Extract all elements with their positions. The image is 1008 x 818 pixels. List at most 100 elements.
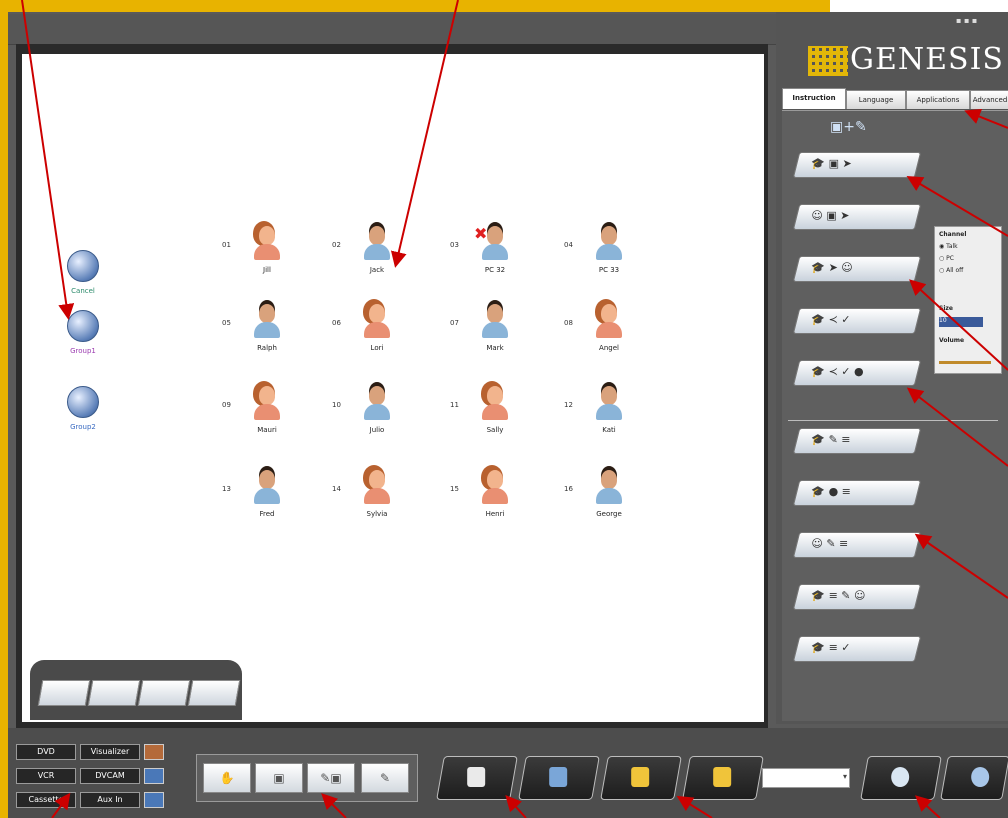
chat-button[interactable] xyxy=(860,756,942,800)
seating-plan: Cancel Group1 Group2 01 Jill 02 Jack 03 ✖ PC 32 0… xyxy=(22,54,764,722)
student-seat[interactable]: 12 Kati xyxy=(564,384,654,454)
teacher-broadcast-button[interactable]: 🎓 ▣ ➤ xyxy=(792,152,922,178)
student-seat[interactable]: 03 ✖ PC 32 xyxy=(450,224,540,294)
chat-icon xyxy=(891,767,910,787)
channel-option-all-off[interactable]: ○ All off xyxy=(939,267,963,274)
channel-options-box: Channel ◉ Talk ○ PC ○ All off Size 10 Vo… xyxy=(934,226,1002,374)
group-label: Cancel xyxy=(71,287,95,295)
source-dvcam-button[interactable]: DVCAM xyxy=(80,768,140,784)
window-controls[interactable]: ▪ ▪ ▪ xyxy=(956,16,977,25)
student-seat[interactable]: 08 Angel xyxy=(564,302,654,372)
chevron-down-icon: ▾ xyxy=(842,772,847,781)
teacher-listen-button[interactable]: 🎓 ≡ ✓ xyxy=(792,636,922,662)
student-name: Angel xyxy=(599,344,619,352)
mic-pc-tool[interactable]: ✎▣ xyxy=(307,763,355,793)
student-avatar-icon xyxy=(254,224,280,260)
size-label: Size xyxy=(939,305,953,312)
quick-activity-button-1[interactable] xyxy=(37,680,91,706)
student-seat[interactable]: 01 Jill xyxy=(222,224,312,294)
seat-number: 06 xyxy=(332,319,341,327)
source-cassette-button[interactable]: Cassette xyxy=(16,792,76,808)
student-mic-icon: ☺ ✎ ≡ xyxy=(811,537,849,550)
student-broadcast-button[interactable]: ☺ ▣ ➤ xyxy=(792,204,922,230)
student-name: Kati xyxy=(602,426,616,434)
teacher-scan-button[interactable]: 🎓 ≺ ✓ ● xyxy=(792,360,922,386)
student-name: Ralph xyxy=(257,344,277,352)
channel-option-pc[interactable]: ○ PC xyxy=(939,255,954,262)
student-seat[interactable]: 04 PC 33 xyxy=(564,224,654,294)
tab-instruction[interactable]: Instruction xyxy=(782,88,846,109)
seat-number: 15 xyxy=(450,485,459,493)
handshake-tool[interactable]: ✋ xyxy=(203,763,251,793)
source-aux-in-button[interactable]: Aux In xyxy=(80,792,140,808)
power-button[interactable] xyxy=(940,756,1008,800)
student-avatar-icon xyxy=(596,468,622,504)
student-name: PC 33 xyxy=(598,266,620,274)
student-avatar-icon xyxy=(254,468,280,504)
student-name: Fred xyxy=(259,510,275,518)
command-select[interactable]: ▾ xyxy=(762,768,850,788)
tab-advanced[interactable]: Advanced xyxy=(970,90,1008,109)
teacher-record-button[interactable]: 🎓 ● ≡ xyxy=(792,480,922,506)
group-label: Group1 xyxy=(70,347,96,355)
student-avatar-icon xyxy=(364,224,390,260)
screen-icon xyxy=(549,767,568,787)
student-seat[interactable]: 14 Sylvia xyxy=(332,468,422,538)
lock-button[interactable] xyxy=(436,756,518,800)
student-seat[interactable]: 05 Ralph xyxy=(222,302,312,372)
group-item[interactable]: Cancel xyxy=(48,250,118,295)
channel-option-talk-label: Talk xyxy=(946,243,958,250)
conversation-icon: 🎓 ≡ ✎ ☺ xyxy=(811,589,866,602)
file-collect-icon xyxy=(713,767,732,787)
interaction-tool-group: ✋ ▣ ✎▣ ✎ xyxy=(196,754,418,802)
logo-text: GENESIS xyxy=(850,42,1004,77)
volume-slider[interactable] xyxy=(939,361,991,364)
student-avatar-icon xyxy=(364,384,390,420)
seat-number: 14 xyxy=(332,485,341,493)
size-select[interactable]: 10 xyxy=(939,317,983,327)
quick-activity-button-3[interactable] xyxy=(137,680,191,706)
student-avatar-icon xyxy=(364,302,390,338)
teacher-scan-icon: 🎓 ≺ ✓ ● xyxy=(811,365,864,378)
group-item[interactable]: Group1 xyxy=(48,310,118,355)
student-seat[interactable]: 02 Jack xyxy=(332,224,422,294)
student-seat[interactable]: 06 Lori xyxy=(332,302,422,372)
teacher-to-student-button[interactable]: 🎓 ➤ ☺ xyxy=(792,256,922,282)
student-intercom-button[interactable]: ☺ ✎ ≡ xyxy=(792,532,922,558)
group-item[interactable]: Group2 xyxy=(48,386,118,431)
file-collect-button[interactable] xyxy=(682,756,764,800)
student-seat[interactable]: 07 Mark xyxy=(450,302,540,372)
student-seat[interactable]: 09 Mauri xyxy=(222,384,312,454)
quick-activity-button-2[interactable] xyxy=(87,680,141,706)
pc-headset-tool[interactable]: ▣ xyxy=(255,763,303,793)
seat-number: 04 xyxy=(564,241,573,249)
file-send-button[interactable] xyxy=(600,756,682,800)
tab-language[interactable]: Language xyxy=(846,90,906,109)
student-seat[interactable]: 11 Sally xyxy=(450,384,540,454)
channel-option-talk[interactable]: ◉ Talk xyxy=(939,243,958,250)
student-name: Jack xyxy=(369,266,385,274)
teacher-monitor-button[interactable]: 🎓 ≺ ✓ xyxy=(792,308,922,334)
screen-button[interactable] xyxy=(518,756,600,800)
student-name: Sylvia xyxy=(366,510,388,518)
teacher-intercom-button[interactable]: 🎓 ✎ ≡ xyxy=(792,428,922,454)
student-seat[interactable]: 16 George xyxy=(564,468,654,538)
tab-applications[interactable]: Applications xyxy=(906,90,970,109)
source-dvd-button[interactable]: DVD xyxy=(16,744,76,760)
channel-title: Channel xyxy=(939,231,967,238)
source-vcr-button[interactable]: VCR xyxy=(16,768,76,784)
student-name: George xyxy=(596,510,622,518)
aux-preview-icon xyxy=(144,792,164,808)
conversation-button[interactable]: 🎓 ≡ ✎ ☺ xyxy=(792,584,922,610)
student-seat[interactable]: 13 Fred xyxy=(222,468,312,538)
student-name: Henri xyxy=(485,510,505,518)
tab-bar: Instruction Language Applications Advanc… xyxy=(780,88,1008,110)
quick-activity-button-4[interactable] xyxy=(187,680,241,706)
volume-label: Volume xyxy=(939,337,965,344)
logo-grid-icon xyxy=(808,46,848,76)
student-seat[interactable]: 10 Julio xyxy=(332,384,422,454)
student-seat[interactable]: 15 Henri xyxy=(450,468,540,538)
source-visualizer-button[interactable]: Visualizer xyxy=(80,744,140,760)
mic-off-tool[interactable]: ✎ xyxy=(361,763,409,793)
seat-number: 03 xyxy=(450,241,459,249)
